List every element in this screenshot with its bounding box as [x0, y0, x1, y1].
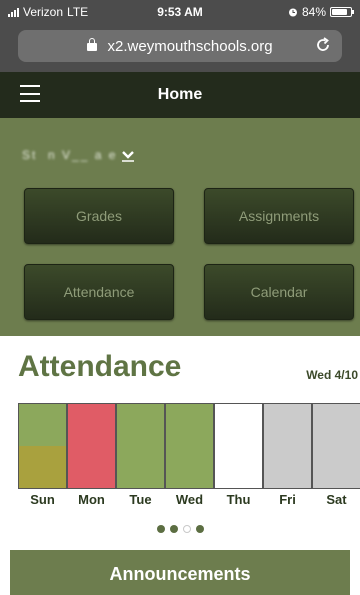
home-panel: St n V__ a e Grades Assignments Attendan…: [0, 118, 360, 336]
pager-dot[interactable]: [169, 525, 178, 533]
url-text: x2.weymouthschools.org: [107, 38, 273, 55]
browser-toolbar: x2.weymouthschools.org: [0, 24, 360, 72]
day-label-tue: Tue: [129, 492, 152, 507]
pager-dot[interactable]: [156, 525, 165, 533]
student-selector[interactable]: St n V__ a e: [22, 148, 135, 162]
announcements-header[interactable]: Announcements: [10, 550, 350, 595]
reload-icon[interactable]: [314, 36, 332, 54]
app-header: Home: [0, 72, 360, 118]
day-label-wed: Wed: [175, 492, 204, 507]
day-cell-tue[interactable]: [116, 403, 165, 489]
day-cell-sun[interactable]: [18, 403, 67, 489]
battery-percent: 84%: [301, 5, 326, 19]
attendance-week[interactable]: [18, 403, 360, 489]
page-title: Home: [157, 86, 203, 103]
pager-dot[interactable]: [195, 525, 204, 533]
day-label-thu: Thu: [226, 492, 251, 507]
day-label-mon: Mon: [78, 492, 105, 507]
day-label-sun: Sun: [30, 492, 55, 507]
status-bar: Verizon LTE 9:53 AM 84%: [0, 0, 360, 24]
alarm-icon: [288, 8, 297, 17]
day-label-fri: Fri: [279, 492, 296, 507]
status-right: 84%: [288, 5, 354, 19]
pager-dot[interactable]: [182, 525, 191, 533]
chevron-down-icon: [122, 151, 135, 162]
day-cell-fri[interactable]: [263, 403, 312, 489]
lock-icon: [87, 38, 98, 51]
day-cell-mon[interactable]: [67, 403, 116, 489]
day-cell-wed[interactable]: [165, 403, 214, 489]
attendance-button[interactable]: Attendance: [24, 264, 174, 320]
address-bar[interactable]: x2.weymouthschools.org: [18, 30, 342, 62]
day-cell-thu[interactable]: [214, 403, 263, 489]
battery-icon: [330, 7, 354, 17]
assignments-button[interactable]: Assignments: [204, 188, 354, 244]
page-indicator[interactable]: [0, 525, 360, 533]
grades-button[interactable]: Grades: [24, 188, 174, 244]
day-cell-sat[interactable]: [312, 403, 360, 489]
calendar-button[interactable]: Calendar: [204, 264, 354, 320]
day-label-sat: Sat: [326, 492, 347, 507]
attendance-date: Wed 4/10: [306, 368, 358, 382]
student-name: St n V__ a e: [22, 148, 118, 162]
attendance-title: Attendance: [18, 350, 182, 383]
